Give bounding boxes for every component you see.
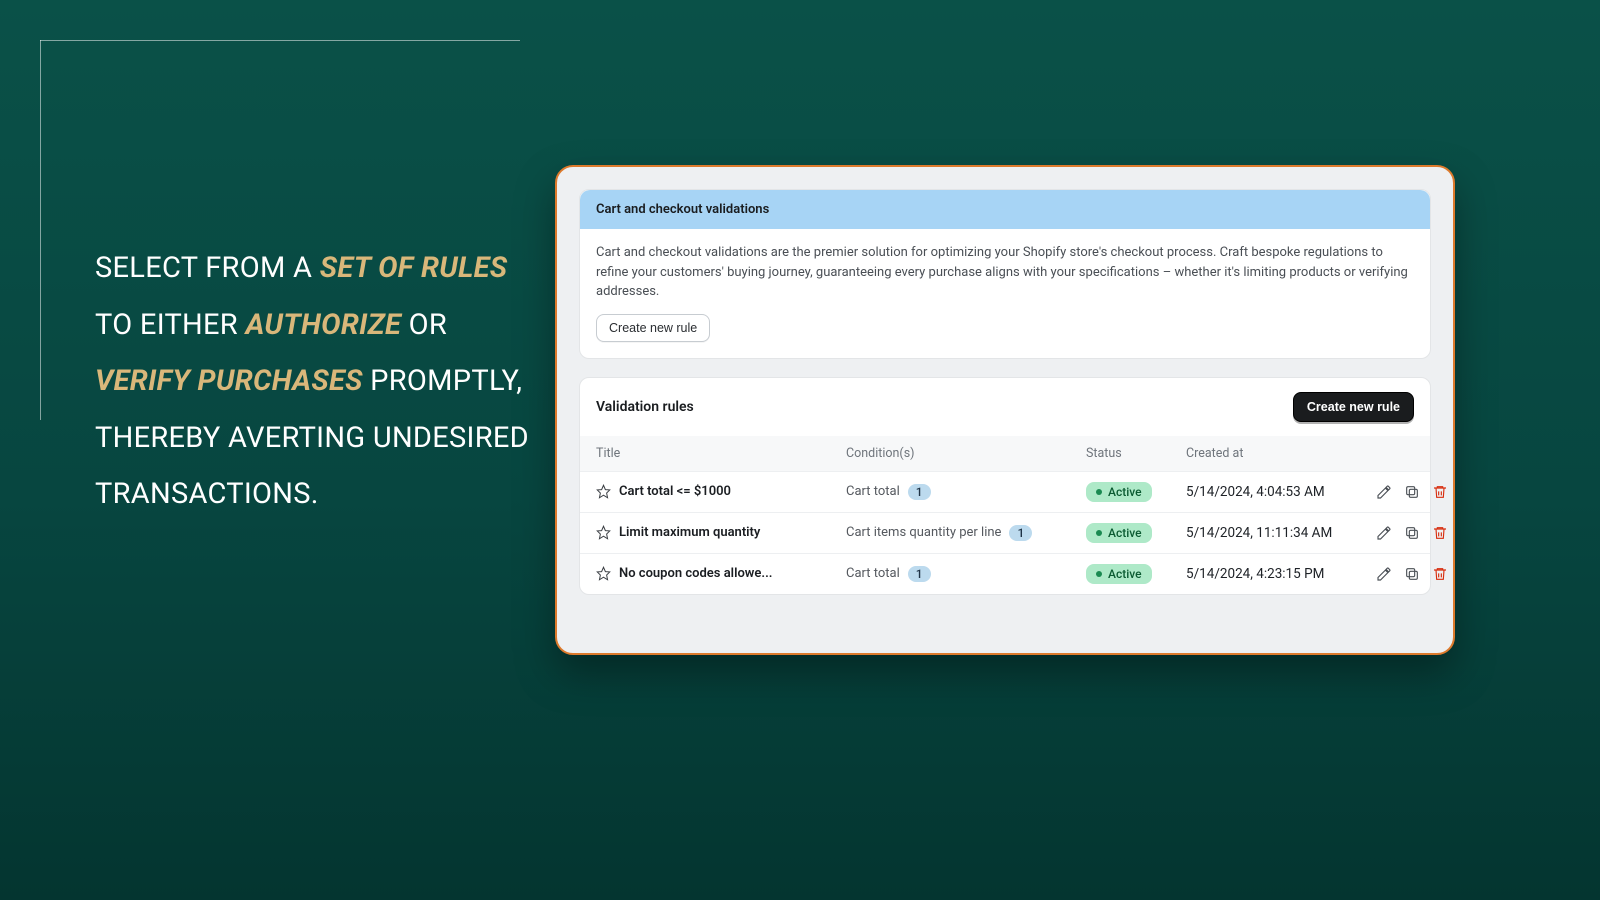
create-rule-button-primary[interactable]: Create new rule <box>1293 392 1414 422</box>
rules-table-header: Title Condition(s) Status Created at <box>580 436 1430 471</box>
delete-icon[interactable] <box>1432 484 1448 500</box>
intro-card: Cart and checkout validations Cart and c… <box>579 189 1431 359</box>
rule-condition: Cart items quantity per line <box>846 525 1001 540</box>
edit-icon[interactable] <box>1376 525 1392 541</box>
marketing-text: Select from a <box>95 251 320 285</box>
marketing-copy: Select from a set of rules to either aut… <box>95 240 535 523</box>
intro-card-title: Cart and checkout validations <box>580 190 1430 229</box>
duplicate-icon[interactable] <box>1404 484 1420 500</box>
rule-title: Limit maximum quantity <box>619 525 760 540</box>
decor-line-horizontal <box>40 40 520 41</box>
marketing-emphasis: authorize <box>245 308 401 342</box>
rule-title: Cart total <= $1000 <box>619 484 731 499</box>
edit-icon[interactable] <box>1376 484 1392 500</box>
col-conditions: Condition(s) <box>846 446 1086 461</box>
condition-count-badge: 1 <box>908 484 931 500</box>
table-row[interactable]: Limit maximum quantity Cart items quanti… <box>580 512 1430 553</box>
marketing-emphasis: set of rules <box>320 251 508 285</box>
rules-section-title: Validation rules <box>596 399 694 415</box>
rule-title: No coupon codes allowe... <box>619 566 772 581</box>
row-actions <box>1376 484 1448 500</box>
duplicate-icon[interactable] <box>1404 566 1420 582</box>
col-title: Title <box>596 446 846 461</box>
create-rule-button[interactable]: Create new rule <box>596 314 710 342</box>
rule-condition: Cart total <box>846 484 900 499</box>
rule-condition: Cart total <box>846 566 900 581</box>
rule-created: 5/14/2024, 4:04:53 AM <box>1186 484 1376 500</box>
marketing-text: or <box>401 308 447 342</box>
star-icon <box>596 525 611 540</box>
row-actions <box>1376 566 1448 582</box>
status-badge: Active <box>1086 564 1152 584</box>
duplicate-icon[interactable] <box>1404 525 1420 541</box>
marketing-emphasis: verify purchases <box>95 364 363 398</box>
intro-card-body: Cart and checkout validations are the pr… <box>580 229 1430 358</box>
status-badge: Active <box>1086 523 1152 543</box>
row-actions <box>1376 525 1448 541</box>
delete-icon[interactable] <box>1432 566 1448 582</box>
table-row[interactable]: Cart total <= $1000 Cart total 1 Active … <box>580 471 1430 512</box>
rule-created: 5/14/2024, 11:11:34 AM <box>1186 525 1376 541</box>
rules-card: Validation rules Create new rule Title C… <box>579 377 1431 595</box>
condition-count-badge: 1 <box>1009 525 1032 541</box>
decor-line-vertical <box>40 40 41 420</box>
rules-header: Validation rules Create new rule <box>580 378 1430 436</box>
star-icon <box>596 484 611 499</box>
delete-icon[interactable] <box>1432 525 1448 541</box>
rule-created: 5/14/2024, 4:23:15 PM <box>1186 566 1376 582</box>
intro-card-description: Cart and checkout validations are the pr… <box>596 243 1414 302</box>
col-created: Created at <box>1186 446 1376 461</box>
table-row[interactable]: No coupon codes allowe... Cart total 1 A… <box>580 553 1430 594</box>
condition-count-badge: 1 <box>908 566 931 582</box>
edit-icon[interactable] <box>1376 566 1392 582</box>
star-icon <box>596 566 611 581</box>
marketing-text: to either <box>95 308 245 342</box>
status-badge: Active <box>1086 482 1152 502</box>
col-status: Status <box>1086 446 1186 461</box>
app-panel: Cart and checkout validations Cart and c… <box>555 165 1455 655</box>
